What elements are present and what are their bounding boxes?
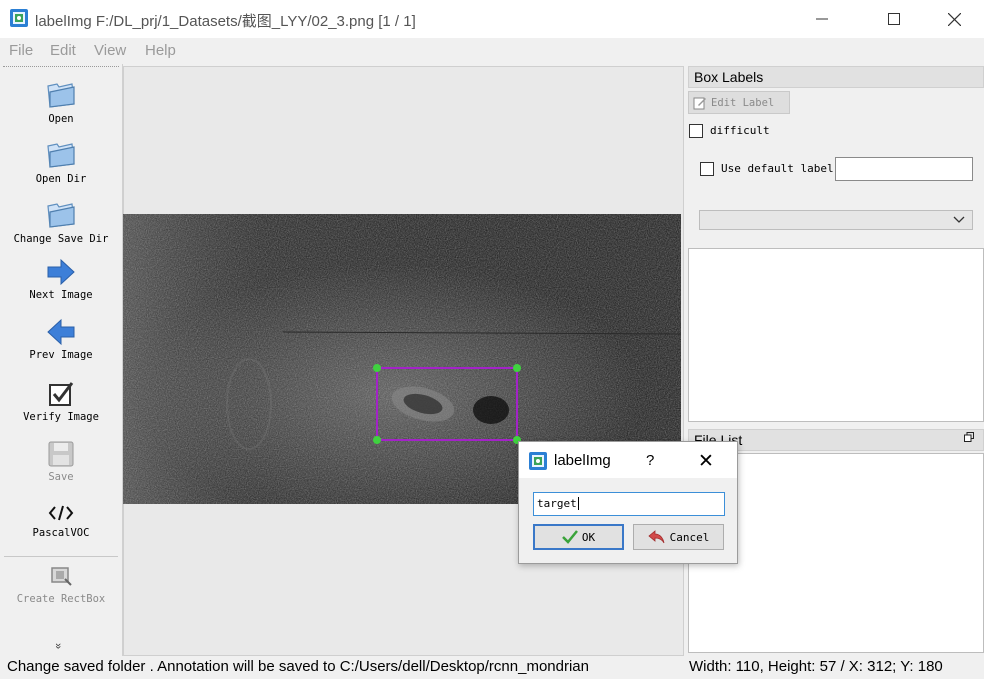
label-combo-box[interactable] xyxy=(699,210,973,230)
arrow-right-icon xyxy=(47,258,75,286)
minimize-icon xyxy=(816,18,828,20)
chevron-down-icon xyxy=(953,216,965,223)
ok-button[interactable]: OK xyxy=(533,524,624,550)
verify-image-button[interactable]: Verify Image xyxy=(0,380,122,423)
pascalvoc-label: PascalVOC xyxy=(32,527,90,539)
dialog-close-button[interactable]: ✕ xyxy=(698,450,714,473)
status-coordinates: Width: 110, Height: 57 / X: 312; Y: 180 xyxy=(689,658,943,675)
float-panel-icon[interactable] xyxy=(964,432,974,442)
edit-label-text: Edit Label xyxy=(711,96,775,109)
folder-icon xyxy=(47,143,75,168)
prev-image-label: Prev Image xyxy=(29,349,93,361)
menu-view[interactable]: View xyxy=(94,42,126,59)
edit-icon xyxy=(693,97,706,109)
status-message: Change saved folder . Annotation will be… xyxy=(7,658,589,675)
close-icon xyxy=(947,12,961,26)
checkmark-icon xyxy=(561,530,578,544)
create-rectbox-label: Create RectBox xyxy=(16,593,106,605)
toolbar-separator xyxy=(4,556,118,557)
toolbar-expand-icon[interactable]: » xyxy=(52,643,64,649)
open-button[interactable]: Open xyxy=(0,78,122,125)
floppy-disk-icon xyxy=(48,441,74,467)
save-label: Save xyxy=(48,471,74,483)
use-default-label-text: Use default label xyxy=(721,162,834,175)
open-label: Open xyxy=(48,113,74,125)
code-tag-icon xyxy=(48,505,74,521)
folder-icon xyxy=(47,203,75,228)
folder-icon xyxy=(47,83,75,108)
label-input[interactable]: target xyxy=(533,492,725,516)
difficult-label: difficult xyxy=(710,124,770,137)
prev-image-button[interactable]: Prev Image xyxy=(0,318,122,361)
menu-bar: File Edit View Help xyxy=(0,38,984,64)
undo-arrow-icon xyxy=(648,530,665,544)
rectbox-icon xyxy=(51,567,72,586)
next-image-label: Next Image xyxy=(29,289,93,301)
create-rectbox-button[interactable]: Create RectBox xyxy=(0,564,122,605)
dialog-help-button[interactable]: ? xyxy=(646,452,654,469)
change-save-dir-label: Change Save Dir xyxy=(13,233,109,245)
labelimg-app-icon xyxy=(10,9,28,27)
edit-label-button[interactable]: Edit Label xyxy=(688,91,790,114)
default-label-input[interactable] xyxy=(835,157,973,181)
cancel-button[interactable]: Cancel xyxy=(633,524,724,550)
minimize-button[interactable] xyxy=(799,0,845,38)
verify-image-label: Verify Image xyxy=(23,411,99,423)
menu-help[interactable]: Help xyxy=(145,42,176,59)
ok-label: OK xyxy=(581,530,596,544)
arrow-left-icon xyxy=(47,318,75,346)
maximize-icon xyxy=(888,13,900,25)
label-input-value: target xyxy=(537,497,577,510)
change-save-dir-button[interactable]: Change Save Dir xyxy=(0,198,122,245)
next-image-button[interactable]: Next Image xyxy=(0,258,122,301)
label-list[interactable] xyxy=(688,248,984,422)
labelimg-app-icon xyxy=(529,452,547,470)
menu-file[interactable]: File xyxy=(9,42,33,59)
dialog-title: labelImg xyxy=(554,452,611,469)
pascalvoc-format-button[interactable]: PascalVOC xyxy=(0,502,122,539)
menu-edit[interactable]: Edit xyxy=(50,42,76,59)
bbox-handle[interactable] xyxy=(513,364,521,372)
open-dir-label: Open Dir xyxy=(35,173,87,185)
toolbar-grip xyxy=(3,66,119,69)
close-button[interactable] xyxy=(931,0,977,38)
save-button[interactable]: Save xyxy=(0,440,122,483)
title-bar: labelImg F:/DL_prj/1_Datasets/截图_LYY/02_… xyxy=(0,0,984,38)
window-title: labelImg F:/DL_prj/1_Datasets/截图_LYY/02_… xyxy=(35,13,416,30)
open-dir-button[interactable]: Open Dir xyxy=(0,138,122,185)
dialog-title-bar: labelImg ? ✕ xyxy=(519,442,737,478)
box-labels-title: Box Labels xyxy=(688,66,984,88)
bbox-handle[interactable] xyxy=(373,436,381,444)
checkbox-icon xyxy=(49,382,74,406)
bbox-handle[interactable] xyxy=(373,364,381,372)
label-dialog: labelImg ? ✕ target OK Cancel xyxy=(518,441,738,564)
maximize-button[interactable] xyxy=(871,0,917,38)
use-default-label-checkbox[interactable] xyxy=(700,162,714,176)
difficult-checkbox[interactable] xyxy=(689,124,703,138)
cancel-label: Cancel xyxy=(669,530,710,544)
